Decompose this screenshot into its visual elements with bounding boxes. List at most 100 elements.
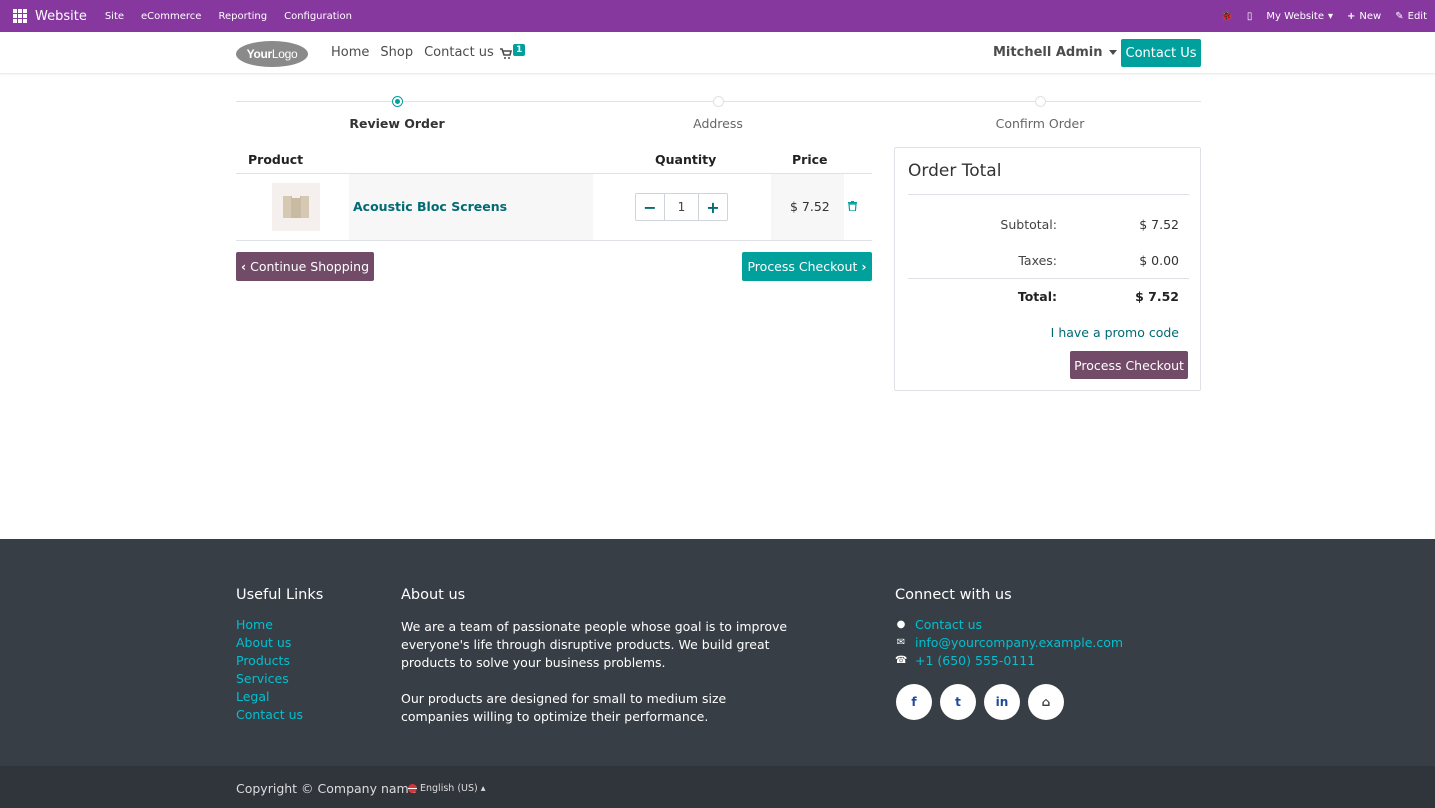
about-paragraph-1: We are a team of passionate people whose…	[401, 619, 788, 670]
step-dot-confirm	[1035, 96, 1046, 107]
footer-link-contact-us[interactable]: Contact us	[236, 708, 303, 722]
about-paragraph-2: Our products are designed for small to m…	[401, 691, 727, 724]
mobile-preview-icon[interactable]: ▯	[1247, 11, 1253, 22]
plus-icon: +	[1347, 10, 1356, 22]
price-cell: $ 7.52	[771, 174, 844, 240]
process-checkout-label: Process Checkout	[747, 259, 858, 274]
step-address[interactable]: Address	[693, 116, 743, 131]
taxes-label: Taxes:	[1018, 253, 1057, 268]
product-name-link[interactable]: Acoustic Bloc Screens	[353, 199, 507, 214]
footer-link-legal[interactable]: Legal	[236, 690, 303, 704]
chevron-right-icon: ›	[861, 259, 867, 274]
phone-icon: ☎	[895, 655, 908, 666]
new-button[interactable]: + New	[1347, 11, 1381, 22]
user-menu[interactable]: Mitchell Admin	[993, 45, 1118, 60]
language-selector[interactable]: English (US) ▴	[408, 783, 486, 794]
chevron-left-icon: ‹	[240, 259, 247, 274]
connect-list: ● Contact us ✉ info@yourcompany.example.co…	[895, 618, 1123, 668]
connect-title: Connect with us	[895, 587, 1012, 603]
step-dot-address	[713, 96, 724, 107]
bug-icon[interactable]: 🐞	[1220, 11, 1232, 22]
subtotal-value: $ 7.52	[1139, 217, 1179, 232]
site-selector-label: My Website	[1266, 10, 1324, 22]
envelope-icon: ✉	[896, 637, 906, 648]
step-review-order[interactable]: Review Order	[349, 116, 444, 131]
footer-link-home[interactable]: Home	[236, 618, 303, 632]
connect-email-link[interactable]: info@yourcompany.example.com	[915, 636, 1123, 650]
order-total-title: Order Total	[908, 161, 1002, 181]
continue-shopping-label: Continue Shopping	[250, 259, 370, 274]
trash-icon[interactable]	[848, 201, 857, 214]
site-header: Your Logo Home Shop Contact us 1 Mitchell…	[0, 32, 1435, 74]
about-title: About us	[401, 587, 466, 603]
footer-link-about-us[interactable]: About us	[236, 636, 303, 650]
home-icon[interactable]: ⌂	[1028, 684, 1064, 720]
admin-bar: Website Site eCommerce Reporting Configu…	[0, 0, 1435, 32]
total-label: Total:	[1017, 289, 1057, 304]
col-price: Price	[792, 152, 828, 167]
logo-bold: Your	[246, 47, 273, 61]
site-footer: Useful Links Home About us Products Serv…	[0, 539, 1435, 766]
caret-up-icon: ▴	[480, 783, 486, 794]
step-confirm-order[interactable]: Confirm Order	[996, 116, 1085, 131]
menu-site[interactable]: Site	[105, 11, 124, 22]
product-image[interactable]	[272, 183, 320, 231]
screen-product-icon	[283, 196, 309, 218]
footer-link-services[interactable]: Services	[236, 672, 303, 686]
nav-home[interactable]: Home	[331, 45, 369, 60]
connect-phone-link[interactable]: +1 (650) 555-0111	[915, 654, 1035, 668]
table-bottom-divider	[236, 240, 872, 241]
language-label: English (US)	[420, 783, 478, 794]
process-checkout-button[interactable]: Process Checkout ›	[742, 252, 872, 281]
quantity-stepper: − 1 +	[635, 193, 728, 221]
nav-shop[interactable]: Shop	[380, 45, 413, 60]
promo-code-link[interactable]: I have a promo code	[1051, 325, 1179, 340]
cart-icon	[500, 48, 512, 59]
edit-button[interactable]: ✎ Edit	[1395, 11, 1427, 22]
edit-label: Edit	[1407, 10, 1427, 22]
nav-contact-us[interactable]: Contact us	[424, 45, 494, 60]
caret-down-icon	[1109, 50, 1118, 55]
new-label: New	[1359, 10, 1382, 22]
copyright-bar: Copyright © Company name English (US) ▴	[0, 766, 1435, 808]
cart-count-badge: 1	[513, 44, 526, 56]
copyright-text: Copyright © Company name	[236, 781, 417, 796]
taxes-value: $ 0.00	[1139, 253, 1179, 268]
quantity-input[interactable]: 1	[665, 194, 698, 220]
useful-links-list: Home About us Products Services Legal Co…	[236, 618, 303, 722]
site-selector[interactable]: My Website ▾	[1266, 11, 1333, 22]
col-quantity: Quantity	[655, 152, 717, 167]
social-links: f t in ⌂	[896, 684, 1064, 720]
connect-contact-link[interactable]: Contact us	[915, 618, 982, 632]
contact-us-button[interactable]: Contact Us	[1121, 39, 1201, 67]
quantity-decrease-button[interactable]: −	[636, 194, 665, 220]
subtotal-label: Subtotal:	[1000, 217, 1057, 232]
footer-link-products[interactable]: Products	[236, 654, 303, 668]
line-price: $ 7.52	[790, 199, 830, 214]
quantity-increase-button[interactable]: +	[698, 194, 727, 220]
pencil-icon: ✎	[1395, 10, 1404, 22]
site-logo[interactable]: Your Logo	[236, 41, 308, 67]
comment-icon: ●	[896, 619, 906, 630]
admin-bar-right: 🐞 ▯ My Website ▾ + New ✎ Edit	[1220, 0, 1427, 32]
col-product: Product	[248, 152, 304, 167]
continue-shopping-button[interactable]: ‹ Continue Shopping	[236, 252, 374, 281]
order-total-divider	[908, 194, 1189, 195]
menu-configuration[interactable]: Configuration	[284, 11, 352, 22]
order-total-card: Order Total Subtotal: $ 7.52 Taxes: $ 0.…	[894, 147, 1201, 391]
facebook-icon[interactable]: f	[896, 684, 932, 720]
user-name: Mitchell Admin	[993, 45, 1103, 60]
linkedin-icon[interactable]: in	[984, 684, 1020, 720]
twitter-icon[interactable]: t	[940, 684, 976, 720]
total-divider	[908, 278, 1189, 279]
order-process-checkout-button[interactable]: Process Checkout	[1070, 351, 1188, 379]
main-nav: Home Shop Contact us	[331, 45, 494, 60]
step-dot-review	[392, 96, 403, 107]
menu-reporting[interactable]: Reporting	[218, 11, 267, 22]
apps-icon[interactable]	[13, 9, 27, 23]
admin-brand[interactable]: Website	[35, 9, 87, 24]
us-flag-icon	[408, 784, 417, 793]
cart-link[interactable]: 1	[500, 44, 526, 60]
product-name-cell: Acoustic Bloc Screens	[349, 174, 593, 240]
menu-ecommerce[interactable]: eCommerce	[141, 11, 201, 22]
